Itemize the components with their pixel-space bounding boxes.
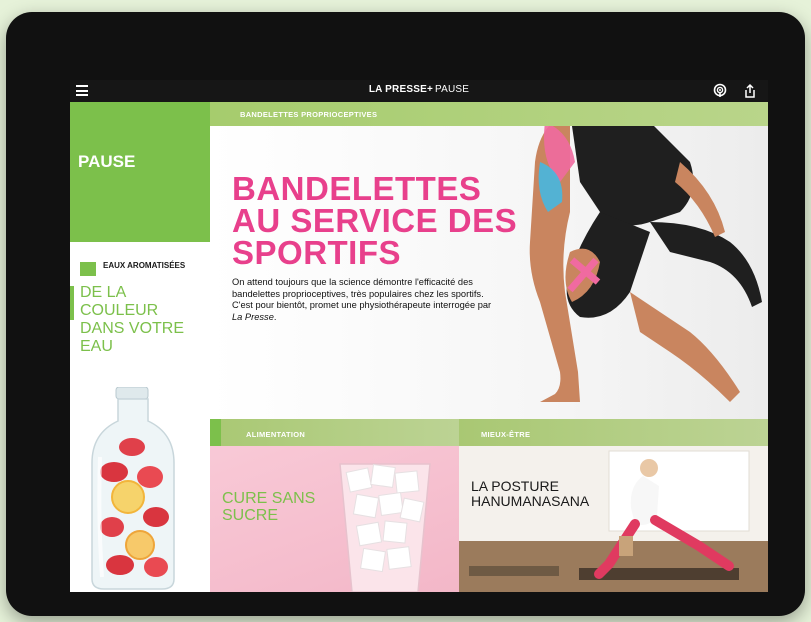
- card-category: ALIMENTATION: [246, 430, 306, 439]
- water-bottle-image: [91, 386, 175, 590]
- card-title[interactable]: LA POSTURE HANUMANASANA: [471, 479, 671, 509]
- side-story-image[interactable]: [70, 386, 210, 592]
- section-header: PAUSE: [70, 102, 210, 242]
- side-story-category: EAUX AROMATISÉES: [103, 261, 186, 270]
- card-title[interactable]: CURE SANS SUCRE: [222, 490, 372, 524]
- side-story-bar: [70, 286, 74, 320]
- main-category: BANDELETTES PROPRIOCEPTIVES: [240, 110, 378, 119]
- category-marker: [80, 262, 96, 276]
- app-screen: LA PRESSE+ PAUSE PAUSE EAUX AROMATISÉES D…: [70, 80, 768, 592]
- main-summary-source: La Presse: [232, 311, 274, 322]
- main-category-bar: BANDELETTES PROPRIOCEPTIVES: [210, 102, 768, 126]
- share-icon[interactable]: [742, 83, 758, 99]
- brand-section: PAUSE: [434, 84, 470, 95]
- section-title: PAUSE: [78, 152, 136, 171]
- main-headline[interactable]: BANDELETTES AU SERVICE DES SPORTIFS: [232, 172, 532, 269]
- card-mieux-etre[interactable]: MIEUX-ÊTRE LA POSTURE HANUMANASANA: [459, 419, 768, 592]
- top-bar: LA PRESSE+ PAUSE: [70, 80, 768, 102]
- main-summary: On attend toujours que la science démont…: [232, 277, 504, 323]
- main-summary-text: On attend toujours que la science démont…: [232, 277, 492, 310]
- card-category-bar: ALIMENTATION: [210, 419, 459, 446]
- card-category-bar: MIEUX-ÊTRE: [459, 419, 768, 446]
- brand-plus: +: [426, 84, 433, 95]
- left-column: PAUSE EAUX AROMATISÉES DE LA COULEUR DAN…: [70, 102, 210, 592]
- main-summary-end: .: [273, 311, 277, 322]
- card-alimentation[interactable]: ALIMENTATION CURE SANS SUCRE: [210, 419, 459, 592]
- card-category: MIEUX-ÊTRE: [481, 430, 531, 439]
- main-feature[interactable]: BANDELETTES PROPRIOCEPTIVES BANDELETTES …: [210, 102, 768, 419]
- tablet-frame: LA PRESSE+ PAUSE PAUSE EAUX AROMATISÉES D…: [6, 12, 805, 616]
- athlete-image: [529, 102, 762, 402]
- brand-name: LA PRESSE: [368, 84, 427, 95]
- side-story-title[interactable]: DE LA COULEUR DANS VOTRE EAU: [80, 284, 205, 356]
- yoga-image: [459, 446, 768, 592]
- app-brand[interactable]: LA PRESSE+ PAUSE: [70, 84, 768, 95]
- podcast-icon[interactable]: [712, 83, 728, 99]
- card-marker: [210, 419, 221, 446]
